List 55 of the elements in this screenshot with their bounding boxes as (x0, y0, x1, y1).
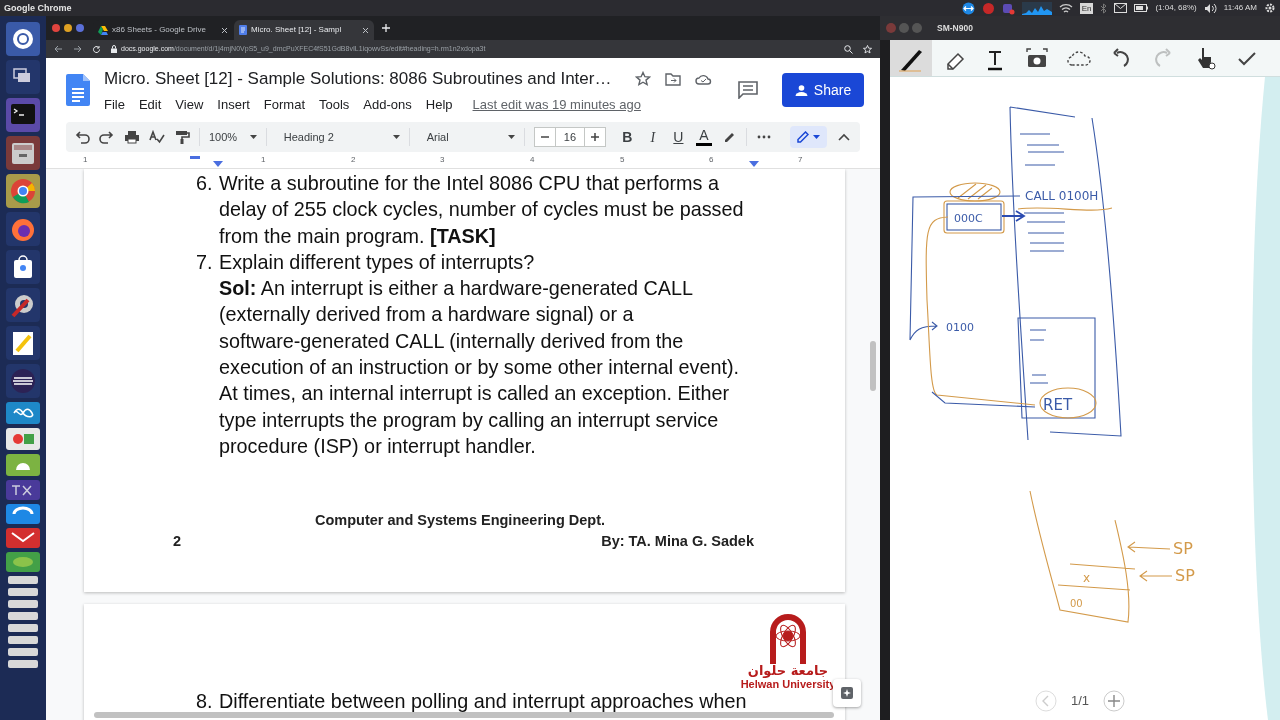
style-dropdown[interactable]: Heading 2 (283, 128, 400, 146)
browser-tab[interactable]: Micro. Sheet [12] - Sampl (234, 20, 374, 40)
handwritten-note: CALL 0100H (1025, 189, 1099, 203)
handwritten-note: RET (1043, 396, 1073, 414)
underline-button[interactable]: U (670, 126, 687, 148)
menu-item[interactable]: Edit (138, 94, 162, 114)
window-title: SM-N900 (937, 21, 973, 35)
clock[interactable]: 11:46 AM (1223, 4, 1257, 12)
text-color-button[interactable]: A (695, 128, 713, 146)
tab-title: Micro. Sheet [12] - Sampl (251, 24, 343, 36)
menu-item[interactable]: File (104, 94, 125, 114)
keyboard-layout[interactable]: En (1079, 2, 1094, 14)
font-dropdown[interactable]: Arial (426, 128, 516, 146)
handwritten-note: 0100 (946, 321, 974, 334)
zoom-dropdown[interactable]: 100% (208, 128, 257, 146)
handwritten-note: x (1083, 571, 1091, 585)
menu-item[interactable]: Format (263, 94, 305, 114)
handwritten-note: 00 (1070, 598, 1083, 609)
bold-button[interactable]: B (618, 126, 636, 148)
page-indicator: 1/1 (1071, 692, 1090, 711)
ruler-number: 5 (620, 156, 625, 164)
footer-author: By: TA. Mina G. Sadek (601, 532, 754, 551)
handwritten-note: SP (1175, 566, 1195, 585)
question-text: Write a subroutine for the Intel 8086 CPU that performs a delay of 255 clock cycles, number of cycles must be passed from the main program. [TASK] (219, 171, 745, 249)
ruler-number: 7 (798, 156, 803, 164)
logo-arabic-text: جامعة حلوان (747, 664, 829, 678)
page-number: 2 (173, 532, 182, 551)
question-text: Differentiate between polling and interrupt approaches when (219, 691, 747, 711)
ruler-number: 2 (351, 156, 356, 164)
footer-department: Computer and Systems Engineering Dept. (315, 511, 606, 530)
tab-title: x86 Sheets - Google Drive (112, 24, 207, 36)
app-name: Google Chrome (4, 3, 72, 13)
menu-item[interactable]: Add-ons (363, 94, 412, 114)
question-text: Explain different types of interrupts? (219, 249, 536, 275)
menu-item[interactable]: View (175, 94, 204, 114)
italic-button[interactable]: I (644, 126, 662, 148)
list-number: 6. (196, 171, 214, 196)
list-number: 8. (196, 691, 214, 711)
ruler-number: 1 (83, 156, 88, 164)
menu-item[interactable]: Tools (319, 94, 350, 114)
ruler-number: 6 (709, 156, 714, 164)
menu-item[interactable]: Help (425, 94, 453, 114)
handwritten-note: SP (1173, 539, 1193, 558)
document-title[interactable]: Micro. Sheet [12] - Sample Solutions: 8086 Subroutines and Inter… (104, 66, 612, 92)
handwritten-note: 000C (954, 212, 983, 225)
ruler-number: 4 (530, 156, 535, 164)
answer-text: Sol: An interrupt is either a hardware-generated CALL (externally derived from a hardware signal) or a software-generated CALL (internally derived from the execution of an instruction or by some other internal event). At times, an internal interrupt is called an exception. Either type interrupts the program by calling an interrupt service procedure (ISP) or interrupt handler. (219, 276, 741, 459)
list-number: 7. (196, 249, 214, 275)
logo-english-text: Helwan University (740, 678, 836, 690)
ruler-number: 3 (440, 156, 445, 164)
menu-item[interactable]: Insert (217, 94, 250, 114)
ruler-number: 1 (261, 156, 266, 164)
battery-status: (1:04, 68%) (1155, 4, 1197, 12)
share-button[interactable]: Share (782, 73, 864, 107)
last-edit-link[interactable]: Last edit was 19 minutes ago (472, 94, 641, 114)
